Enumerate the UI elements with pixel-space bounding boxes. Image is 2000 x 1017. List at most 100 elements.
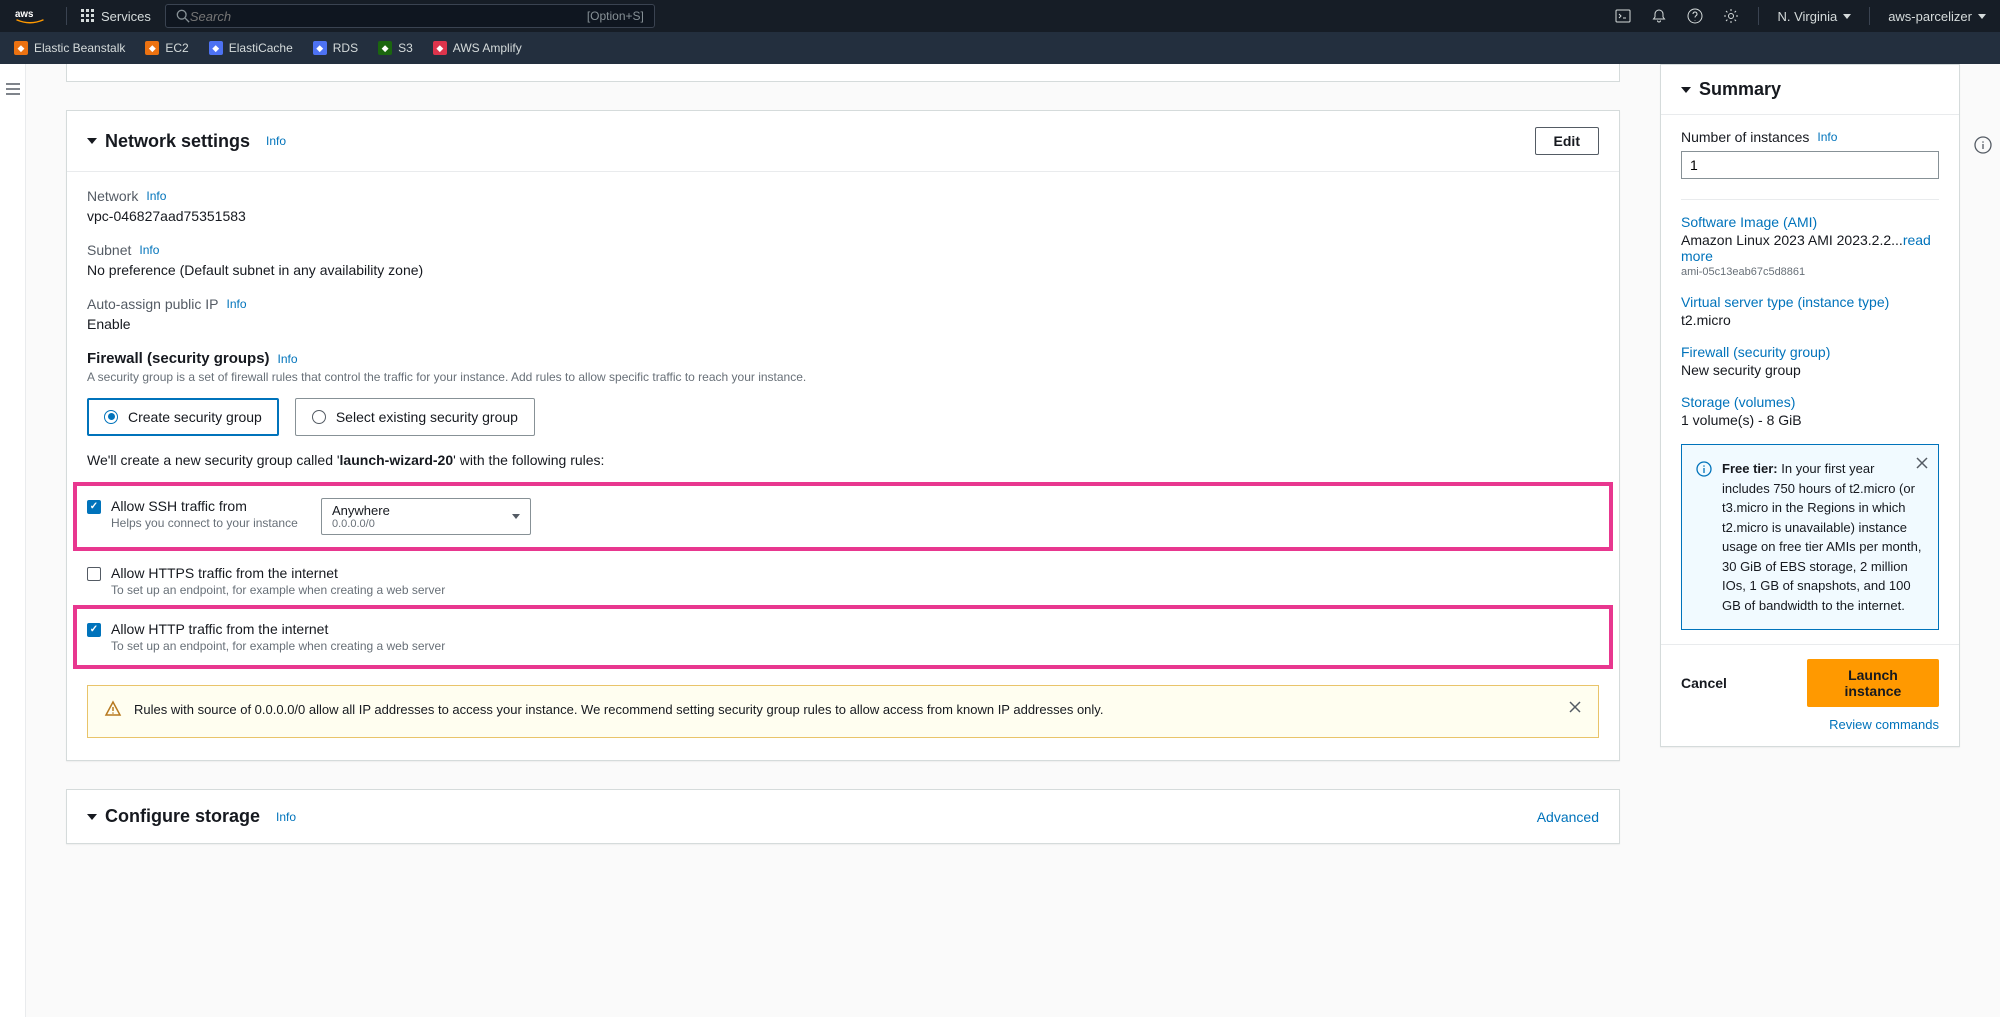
shortcut-s3[interactable]: ◆S3 bbox=[378, 41, 413, 55]
advanced-link[interactable]: Advanced bbox=[1537, 809, 1599, 825]
firewall-desc: A security group is a set of firewall ru… bbox=[87, 369, 1599, 386]
warning-open-cidr: Rules with source of 0.0.0.0/0 allow all… bbox=[87, 685, 1599, 739]
checkbox-http[interactable] bbox=[87, 623, 101, 637]
https-label: Allow HTTPS traffic from the internet bbox=[111, 565, 445, 581]
chevron-down-icon bbox=[1843, 14, 1851, 19]
help-icon[interactable] bbox=[1686, 7, 1704, 25]
panel-title: Network settings bbox=[105, 131, 250, 152]
firewall-title: Firewall (security groups) bbox=[87, 350, 270, 367]
search-icon bbox=[176, 9, 190, 23]
network-label: Network bbox=[87, 188, 138, 204]
account-selector[interactable]: aws-parcelizer bbox=[1888, 9, 1986, 24]
divider bbox=[66, 7, 67, 25]
aws-logo[interactable]: aws bbox=[14, 7, 46, 25]
review-commands-link[interactable]: Review commands bbox=[1681, 717, 1939, 732]
info-link[interactable]: Info bbox=[266, 134, 286, 148]
help-panel-toggle[interactable] bbox=[1974, 136, 1992, 157]
free-tier-infobox: Free tier: In your first year includes 7… bbox=[1681, 444, 1939, 630]
services-label: Services bbox=[101, 9, 151, 24]
shortcut-amplify[interactable]: ◆AWS Amplify bbox=[433, 41, 522, 55]
info-link[interactable]: Info bbox=[227, 297, 247, 311]
info-link[interactable]: Info bbox=[276, 810, 296, 824]
search-box[interactable]: [Option+S] bbox=[165, 4, 655, 28]
summary-title: Summary bbox=[1699, 79, 1781, 100]
service-icon: ◆ bbox=[433, 41, 447, 55]
collapse-icon[interactable] bbox=[87, 814, 97, 820]
num-instances-input[interactable] bbox=[1681, 151, 1939, 179]
subnet-label: Subnet bbox=[87, 242, 131, 258]
divider bbox=[1681, 199, 1939, 200]
http-desc: To set up an endpoint, for example when … bbox=[111, 639, 445, 653]
autoip-value: Enable bbox=[87, 316, 1599, 332]
ami-link[interactable]: Software Image (AMI) bbox=[1681, 214, 1939, 230]
divider bbox=[1758, 7, 1759, 25]
chevron-down-icon bbox=[512, 514, 520, 519]
checkbox-https[interactable] bbox=[87, 567, 101, 581]
cancel-button[interactable]: Cancel bbox=[1681, 675, 1727, 691]
panel-title: Configure storage bbox=[105, 806, 260, 827]
storage-link[interactable]: Storage (volumes) bbox=[1681, 394, 1939, 410]
side-panel-toggle[interactable] bbox=[0, 64, 26, 1017]
shortcut-ec2[interactable]: ◆EC2 bbox=[145, 41, 188, 55]
subnet-value: No preference (Default subnet in any ava… bbox=[87, 262, 1599, 278]
network-settings-panel: Network settings Info Edit Network Info v… bbox=[66, 110, 1620, 761]
shortcut-elastic-beanstalk[interactable]: ◆Elastic Beanstalk bbox=[14, 41, 125, 55]
hamburger-icon bbox=[5, 82, 21, 96]
network-value: vpc-046827aad75351583 bbox=[87, 208, 1599, 224]
firewall-link[interactable]: Firewall (security group) bbox=[1681, 344, 1939, 360]
search-input[interactable] bbox=[190, 9, 587, 24]
collapse-icon[interactable] bbox=[87, 138, 97, 144]
info-link[interactable]: Info bbox=[278, 352, 298, 366]
grid-icon bbox=[81, 9, 95, 23]
highlight-ssh: Allow SSH traffic from Helps you connect… bbox=[73, 482, 1613, 551]
storage-value: 1 volume(s) - 8 GiB bbox=[1681, 412, 1939, 428]
warning-icon bbox=[104, 700, 122, 724]
highlight-http: Allow HTTP traffic from the internet To … bbox=[73, 605, 1613, 669]
radio-select-sg[interactable]: Select existing security group bbox=[295, 398, 535, 436]
chevron-down-icon bbox=[1978, 14, 1986, 19]
previous-panel-edge bbox=[66, 64, 1620, 82]
info-link[interactable]: Info bbox=[1817, 130, 1837, 144]
service-icon: ◆ bbox=[14, 41, 28, 55]
settings-icon[interactable] bbox=[1722, 7, 1740, 25]
svg-text:aws: aws bbox=[15, 9, 34, 20]
num-instances-label: Number of instances bbox=[1681, 129, 1809, 145]
service-icon: ◆ bbox=[378, 41, 392, 55]
services-menu[interactable]: Services bbox=[81, 9, 151, 24]
search-shortcut: [Option+S] bbox=[587, 9, 644, 23]
https-desc: To set up an endpoint, for example when … bbox=[111, 583, 445, 597]
ssh-label: Allow SSH traffic from bbox=[111, 498, 311, 514]
ssh-desc: Helps you connect to your instance bbox=[111, 516, 311, 530]
collapse-icon[interactable] bbox=[1681, 87, 1691, 93]
edit-button[interactable]: Edit bbox=[1535, 127, 1599, 155]
ssh-source-select[interactable]: Anywhere 0.0.0.0/0 bbox=[321, 498, 531, 535]
shortcut-rds[interactable]: ◆RDS bbox=[313, 41, 358, 55]
service-icon: ◆ bbox=[209, 41, 223, 55]
radio-icon bbox=[312, 410, 326, 424]
http-label: Allow HTTP traffic from the internet bbox=[111, 621, 445, 637]
summary-panel: Summary Number of instances Info Software… bbox=[1660, 64, 1960, 747]
checkbox-ssh[interactable] bbox=[87, 500, 101, 514]
info-link[interactable]: Info bbox=[139, 243, 159, 257]
radio-create-sg[interactable]: Create security group bbox=[87, 398, 279, 436]
radio-icon bbox=[104, 410, 118, 424]
region-selector[interactable]: N. Virginia bbox=[1777, 9, 1851, 24]
ami-id: ami-05c13eab67c5d8861 bbox=[1681, 266, 1939, 278]
shortcuts-bar: ◆Elastic Beanstalk ◆EC2 ◆ElastiCache ◆RD… bbox=[0, 32, 2000, 64]
autoip-label: Auto-assign public IP bbox=[87, 296, 219, 312]
service-icon: ◆ bbox=[145, 41, 159, 55]
top-nav: aws Services [Option+S] N. Virginia aws-… bbox=[0, 0, 2000, 32]
info-icon bbox=[1696, 461, 1712, 483]
instance-type-value: t2.micro bbox=[1681, 312, 1939, 328]
launch-instance-button[interactable]: Launch instance bbox=[1807, 659, 1939, 707]
close-icon[interactable] bbox=[1568, 700, 1582, 720]
notifications-icon[interactable] bbox=[1650, 7, 1668, 25]
configure-storage-panel: Configure storage Info Advanced bbox=[66, 789, 1620, 844]
service-icon: ◆ bbox=[313, 41, 327, 55]
close-icon[interactable] bbox=[1916, 455, 1928, 475]
instance-type-link[interactable]: Virtual server type (instance type) bbox=[1681, 294, 1939, 310]
info-link[interactable]: Info bbox=[146, 189, 166, 203]
sg-create-text: We'll create a new security group called… bbox=[87, 452, 1599, 468]
shortcut-elasticache[interactable]: ◆ElastiCache bbox=[209, 41, 293, 55]
cloudshell-icon[interactable] bbox=[1614, 7, 1632, 25]
